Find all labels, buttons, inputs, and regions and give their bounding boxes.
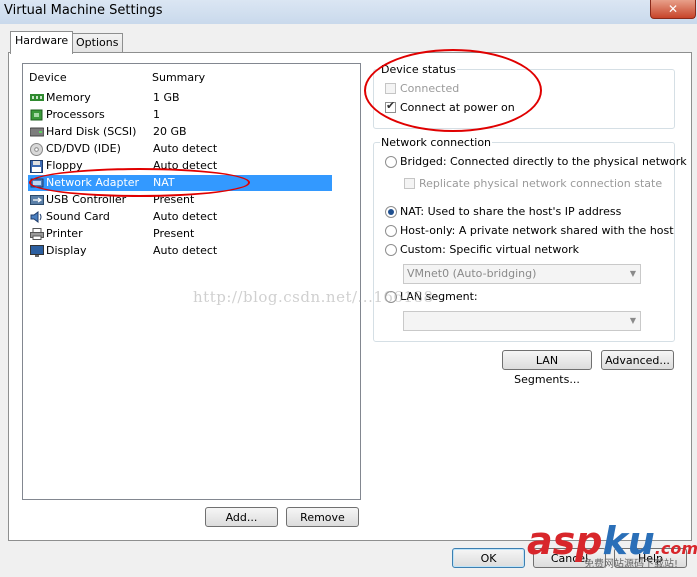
device-summary: 1 bbox=[153, 108, 160, 121]
blog-watermark: http://blog.csdn.net/...166188 bbox=[193, 288, 434, 306]
lan-segments-button[interactable]: LAN Segments... bbox=[502, 350, 592, 386]
custom-network-select[interactable]: VMnet0 (Auto-bridging) ▼ bbox=[403, 264, 641, 284]
nat-label: NAT: Used to share the host's IP address bbox=[400, 205, 622, 218]
custom-network-value: VMnet0 (Auto-bridging) bbox=[407, 267, 537, 280]
device-column-header: Device bbox=[29, 71, 67, 84]
chevron-down-icon: ▼ bbox=[629, 269, 636, 278]
device-row-printer[interactable]: Printer Present bbox=[28, 226, 332, 242]
device-summary: Auto detect bbox=[153, 210, 218, 223]
device-row-memory[interactable]: Memory 1 GB bbox=[28, 90, 332, 106]
tab-hardware[interactable]: Hardware bbox=[10, 31, 74, 54]
chevron-down-icon: ▼ bbox=[629, 316, 636, 325]
site-tagline: 免费网站源码下载站! bbox=[584, 559, 679, 570]
close-icon: ✕ bbox=[667, 2, 679, 16]
lan-segment-select[interactable]: ▼ bbox=[403, 311, 641, 331]
host-only-label: Host-only: A private network shared with… bbox=[400, 224, 674, 237]
device-summary: Auto detect bbox=[153, 142, 218, 155]
device-status-annotation bbox=[364, 49, 542, 132]
device-row-cd-dvd[interactable]: CD/DVD (IDE) Auto detect bbox=[28, 141, 332, 157]
custom-label: Custom: Specific virtual network bbox=[400, 243, 579, 256]
memory-icon bbox=[30, 92, 44, 103]
add-button[interactable]: Add... bbox=[205, 507, 278, 527]
remove-button[interactable]: Remove bbox=[286, 507, 359, 527]
custom-radio[interactable] bbox=[385, 244, 397, 256]
device-list[interactable]: Device Summary Memory 1 GB Processors 1 … bbox=[22, 63, 361, 500]
device-name: Display bbox=[46, 244, 87, 257]
bridged-label: Bridged: Connected directly to the physi… bbox=[400, 155, 687, 168]
device-name: Hard Disk (SCSI) bbox=[46, 125, 137, 138]
device-summary: 20 GB bbox=[153, 125, 187, 138]
device-row-sound-card[interactable]: Sound Card Auto detect bbox=[28, 209, 332, 225]
advanced-button[interactable]: Advanced... bbox=[601, 350, 674, 370]
device-summary: Present bbox=[153, 227, 195, 240]
replicate-checkbox[interactable] bbox=[404, 178, 415, 189]
window-title: Virtual Machine Settings bbox=[4, 3, 163, 18]
floppy-icon bbox=[30, 160, 43, 173]
device-summary: 1 GB bbox=[153, 91, 180, 104]
tab-options[interactable]: Options bbox=[71, 33, 124, 53]
device-name: CD/DVD (IDE) bbox=[46, 142, 121, 155]
device-row-display[interactable]: Display Auto detect bbox=[28, 243, 332, 259]
device-summary: Auto detect bbox=[153, 244, 218, 257]
cd-dvd-icon bbox=[30, 143, 43, 156]
printer-icon bbox=[30, 228, 44, 240]
host-only-radio[interactable] bbox=[385, 225, 397, 237]
hard-disk-icon bbox=[29, 126, 45, 137]
ok-button[interactable]: OK bbox=[452, 548, 525, 568]
device-name: Printer bbox=[46, 227, 83, 240]
usb-icon bbox=[30, 194, 44, 205]
nat-radio[interactable] bbox=[385, 206, 397, 218]
device-name: Sound Card bbox=[46, 210, 110, 223]
processor-icon bbox=[30, 109, 43, 121]
network-adapter-annotation bbox=[29, 168, 250, 197]
title-bar: Virtual Machine Settings ✕ bbox=[0, 0, 697, 24]
replicate-label: Replicate physical network connection st… bbox=[419, 177, 663, 190]
device-row-hard-disk[interactable]: Hard Disk (SCSI) 20 GB bbox=[28, 124, 332, 140]
device-row-processors[interactable]: Processors 1 bbox=[28, 107, 332, 123]
bridged-radio[interactable] bbox=[385, 156, 397, 168]
radio-selected-dot bbox=[388, 209, 394, 215]
summary-column-header: Summary bbox=[152, 71, 206, 84]
network-connection-title: Network connection bbox=[380, 136, 493, 149]
sound-card-icon bbox=[30, 211, 43, 223]
device-name: Processors bbox=[46, 108, 105, 121]
display-icon bbox=[30, 245, 44, 257]
device-name: Memory bbox=[46, 91, 91, 104]
close-button[interactable]: ✕ bbox=[650, 0, 696, 19]
